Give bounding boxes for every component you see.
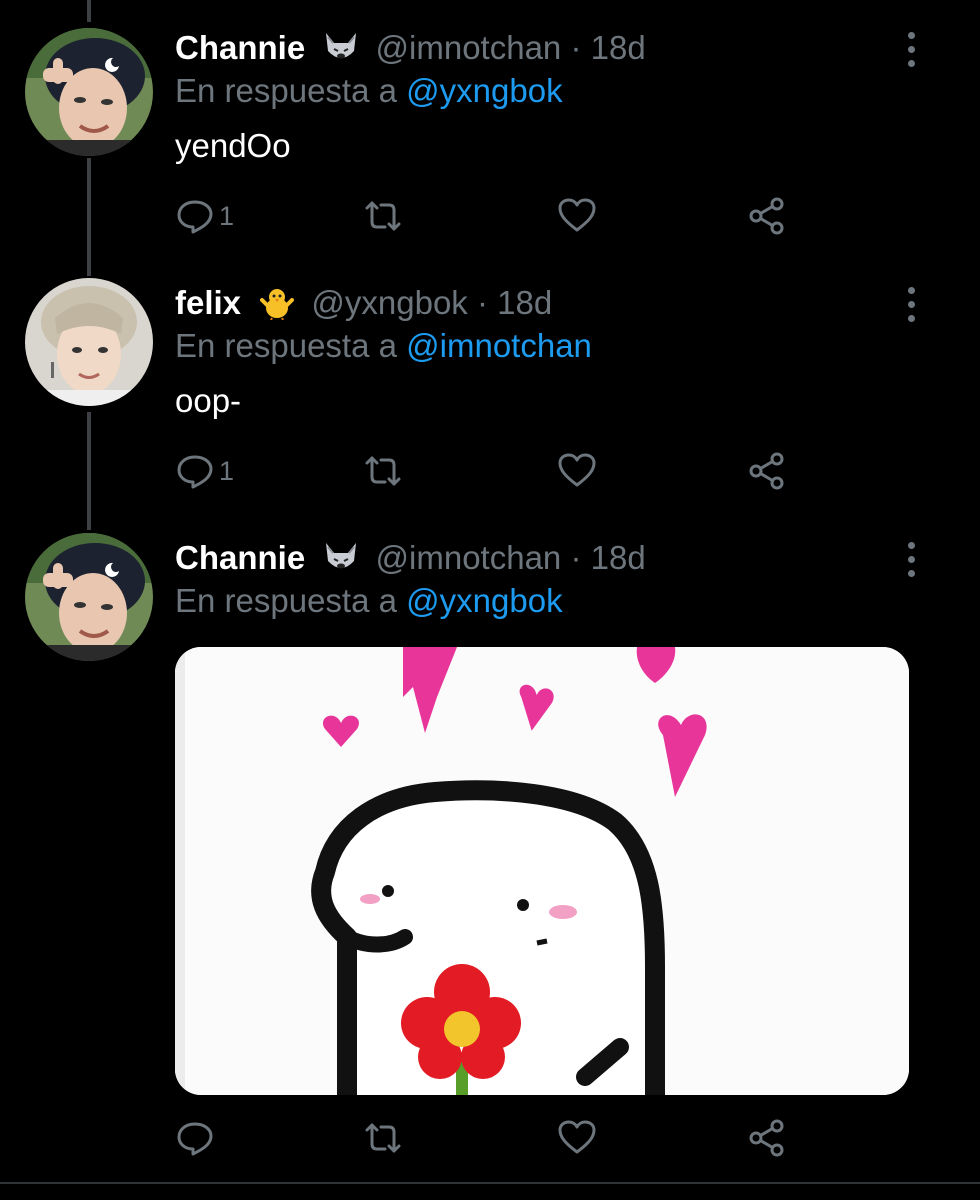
baby-chick-emoji-icon xyxy=(260,289,295,320)
display-name[interactable]: felix xyxy=(175,284,241,321)
heart-icon xyxy=(558,453,596,487)
reply-context: En respuesta a @yxngbok xyxy=(175,581,563,621)
reply-button[interactable]: 1 xyxy=(175,194,234,238)
reply-icon xyxy=(177,1122,213,1156)
timestamp[interactable]: 18d xyxy=(591,29,646,66)
tweet-text: yendOo xyxy=(175,127,291,164)
retweet-button[interactable] xyxy=(363,449,403,493)
tweet-media-image[interactable] xyxy=(175,647,909,1095)
share-icon xyxy=(749,197,784,235)
reply-prefix: En respuesta a xyxy=(175,327,397,364)
share-button[interactable] xyxy=(747,1116,787,1160)
avatar[interactable] xyxy=(25,278,153,406)
share-button[interactable] xyxy=(747,449,787,493)
action-bar: 1 xyxy=(175,194,815,238)
reply-context: En respuesta a @imnotchan xyxy=(175,326,592,366)
action-bar xyxy=(175,1116,815,1160)
thread-line xyxy=(87,412,91,530)
reply-context: En respuesta a @yxngbok xyxy=(175,71,563,111)
separator-dot: · xyxy=(570,539,582,576)
reply-icon xyxy=(177,455,213,489)
wolf-emoji-icon xyxy=(326,543,357,569)
display-name[interactable]: Channie xyxy=(175,29,305,66)
like-button[interactable] xyxy=(557,449,597,493)
heart-icon xyxy=(558,198,596,232)
divider xyxy=(0,1182,980,1184)
tweet-header: felix @yxngbok · 18d xyxy=(175,283,552,323)
retweet-icon xyxy=(365,1123,401,1153)
timestamp[interactable]: 18d xyxy=(591,539,646,576)
display-name[interactable]: Channie xyxy=(175,539,305,576)
reply-prefix: En respuesta a xyxy=(175,72,397,109)
tweet-header: Channie @imnotchan · 18d xyxy=(175,538,646,578)
like-button[interactable] xyxy=(557,194,597,238)
share-icon xyxy=(749,452,784,490)
avatar[interactable] xyxy=(25,28,153,156)
reply-icon xyxy=(177,200,213,234)
share-button[interactable] xyxy=(747,194,787,238)
heart-icon xyxy=(558,1120,596,1154)
retweet-icon xyxy=(365,201,401,231)
handle[interactable]: @imnotchan xyxy=(376,29,562,66)
timestamp[interactable]: 18d xyxy=(497,284,552,321)
retweet-button[interactable] xyxy=(363,1116,403,1160)
retweet-button[interactable] xyxy=(363,194,403,238)
reply-button[interactable] xyxy=(175,1116,215,1160)
action-bar: 1 xyxy=(175,449,815,493)
tweet-header: Channie @imnotchan · 18d xyxy=(175,28,646,68)
reply-count: 1 xyxy=(219,455,235,486)
avatar[interactable] xyxy=(25,533,153,661)
reply-count: 1 xyxy=(219,200,235,231)
reply-prefix: En respuesta a xyxy=(175,582,397,619)
separator-dot: · xyxy=(476,284,488,321)
reply-mention-link[interactable]: @yxngbok xyxy=(406,72,562,109)
reply-mention-link[interactable]: @yxngbok xyxy=(406,582,562,619)
more-options-icon[interactable] xyxy=(900,285,924,325)
more-options-icon[interactable] xyxy=(900,30,924,70)
more-options-icon[interactable] xyxy=(900,540,924,580)
reply-button[interactable]: 1 xyxy=(175,449,234,493)
handle[interactable]: @yxngbok xyxy=(311,284,467,321)
thread-line xyxy=(87,0,91,22)
separator-dot: · xyxy=(570,29,582,66)
wolf-emoji-icon xyxy=(326,33,357,59)
reply-mention-link[interactable]: @imnotchan xyxy=(406,327,592,364)
like-button[interactable] xyxy=(557,1116,597,1160)
share-icon xyxy=(749,1119,784,1157)
thread-line xyxy=(87,158,91,276)
retweet-icon xyxy=(365,456,401,486)
handle[interactable]: @imnotchan xyxy=(376,539,562,576)
tweet-text: oop- xyxy=(175,382,242,419)
